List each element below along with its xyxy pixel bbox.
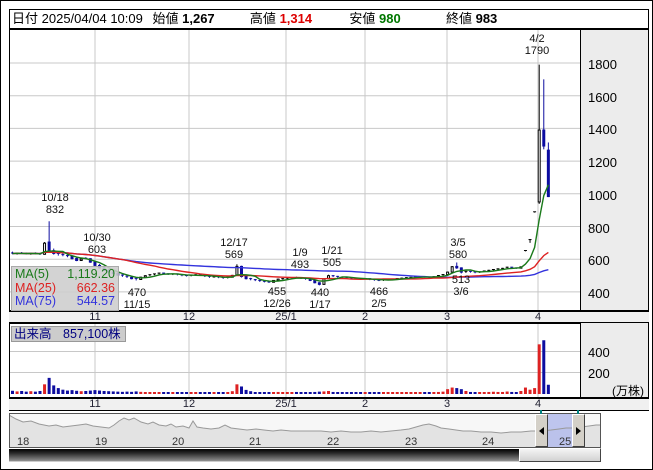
chart-scrollbar-track[interactable] xyxy=(9,449,601,462)
price-tick-1800: 1800 xyxy=(588,57,617,72)
month-label-top-3: 3 xyxy=(443,311,451,323)
ma75-row: MA(75) 544.57 xyxy=(15,294,115,309)
open-label: 始値 xyxy=(152,11,179,26)
price-tick-1400: 1400 xyxy=(588,122,617,138)
month-axis-top: 11 12 25/1 2 3 4 xyxy=(9,311,649,323)
low-label: 安値 xyxy=(349,11,376,26)
ma25-row: MA(25) 662.36 xyxy=(15,280,115,296)
month-label-bottom-12: 12 xyxy=(182,398,196,410)
ma5-row: MA(5) 1,119.20 xyxy=(15,267,115,282)
month-label-top-12: 12 xyxy=(182,311,196,323)
year-label-25: 25 xyxy=(559,436,572,448)
ma5-label: MA(5) xyxy=(15,267,50,281)
month-label-bottom-2: 2 xyxy=(361,398,369,410)
price-tick-1000: 1000 xyxy=(588,187,617,203)
volume-label: 出来高 xyxy=(14,327,52,341)
price-axis: 1800 1600 1400 1200 1000 800 600 400 xyxy=(581,29,649,311)
date-value: 2025/04/04 10:09 xyxy=(41,11,143,26)
volume-legend: 出来高 857,100株 xyxy=(11,326,126,342)
month-label-top-25/1: 25/1 xyxy=(275,311,297,323)
stock-chart-window: 日付 2025/04/04 10:09 始値 1,267 高値 1,314 安値… xyxy=(0,0,653,470)
high-value: 1,314 xyxy=(279,11,313,26)
volume-axis: 400 200 (万株) xyxy=(581,323,649,398)
month-label-bottom-25/1: 25/1 xyxy=(275,398,297,410)
month-label-bottom-11: 11 xyxy=(89,398,101,410)
ma25-label: MA(25) xyxy=(15,280,56,295)
close-label: 終値 xyxy=(445,11,472,26)
year-label-23: 23 xyxy=(405,436,418,448)
ma5-value: 1,119.20 xyxy=(67,267,115,281)
price-tick-1600: 1600 xyxy=(588,89,617,105)
ma-legend: MA(5) 1,119.20 MA(25) 662.36 MA(75) 544.… xyxy=(11,266,119,311)
price-tick-600: 600 xyxy=(588,253,610,269)
quote-header: 日付 2025/04/04 10:09 始値 1,267 高値 1,314 安値… xyxy=(9,9,649,29)
month-axis-bottom: 11 12 25/1 2 3 4 xyxy=(9,398,649,411)
volume-tick-200: 200 xyxy=(588,366,610,381)
left-arrow-icon xyxy=(539,426,544,435)
year-label-22: 22 xyxy=(327,436,340,448)
scroll-left-button[interactable] xyxy=(535,414,548,447)
month-label-bottom-4: 4 xyxy=(534,398,542,410)
volume-tick-400: 400 xyxy=(588,345,610,360)
price-tick-400: 400 xyxy=(588,285,610,301)
price-tick-800: 800 xyxy=(588,220,610,236)
volume-value: 857,100株 xyxy=(63,327,121,341)
ma25-value: 662.36 xyxy=(76,280,115,295)
month-label-top-11: 11 xyxy=(89,311,101,323)
right-arrow-icon xyxy=(576,426,581,435)
price-tick-1200: 1200 xyxy=(588,155,617,171)
close-value: 983 xyxy=(475,11,498,26)
year-label-21: 21 xyxy=(249,436,262,448)
month-label-top-2: 2 xyxy=(361,311,369,323)
year-label-20: 20 xyxy=(172,436,185,448)
month-label-bottom-3: 3 xyxy=(443,398,451,410)
month-label-top-4: 4 xyxy=(534,311,542,323)
ma75-value: 544.57 xyxy=(76,294,115,308)
date-label: 日付 xyxy=(12,11,39,26)
year-label-18: 18 xyxy=(17,436,30,448)
volume-unit-label: (万株) xyxy=(612,384,644,398)
year-label-19: 19 xyxy=(95,436,108,448)
scroll-right-button[interactable] xyxy=(572,414,585,447)
ma75-label: MA(75) xyxy=(15,294,56,308)
history-navigator[interactable]: 18 19 20 21 22 23 24 25 xyxy=(8,413,601,448)
year-label-24: 24 xyxy=(482,436,495,448)
chart-scrollbar-thumb[interactable] xyxy=(519,448,601,462)
high-label: 高値 xyxy=(249,11,276,26)
low-value: 980 xyxy=(379,11,401,26)
open-value: 1,267 xyxy=(182,11,215,26)
